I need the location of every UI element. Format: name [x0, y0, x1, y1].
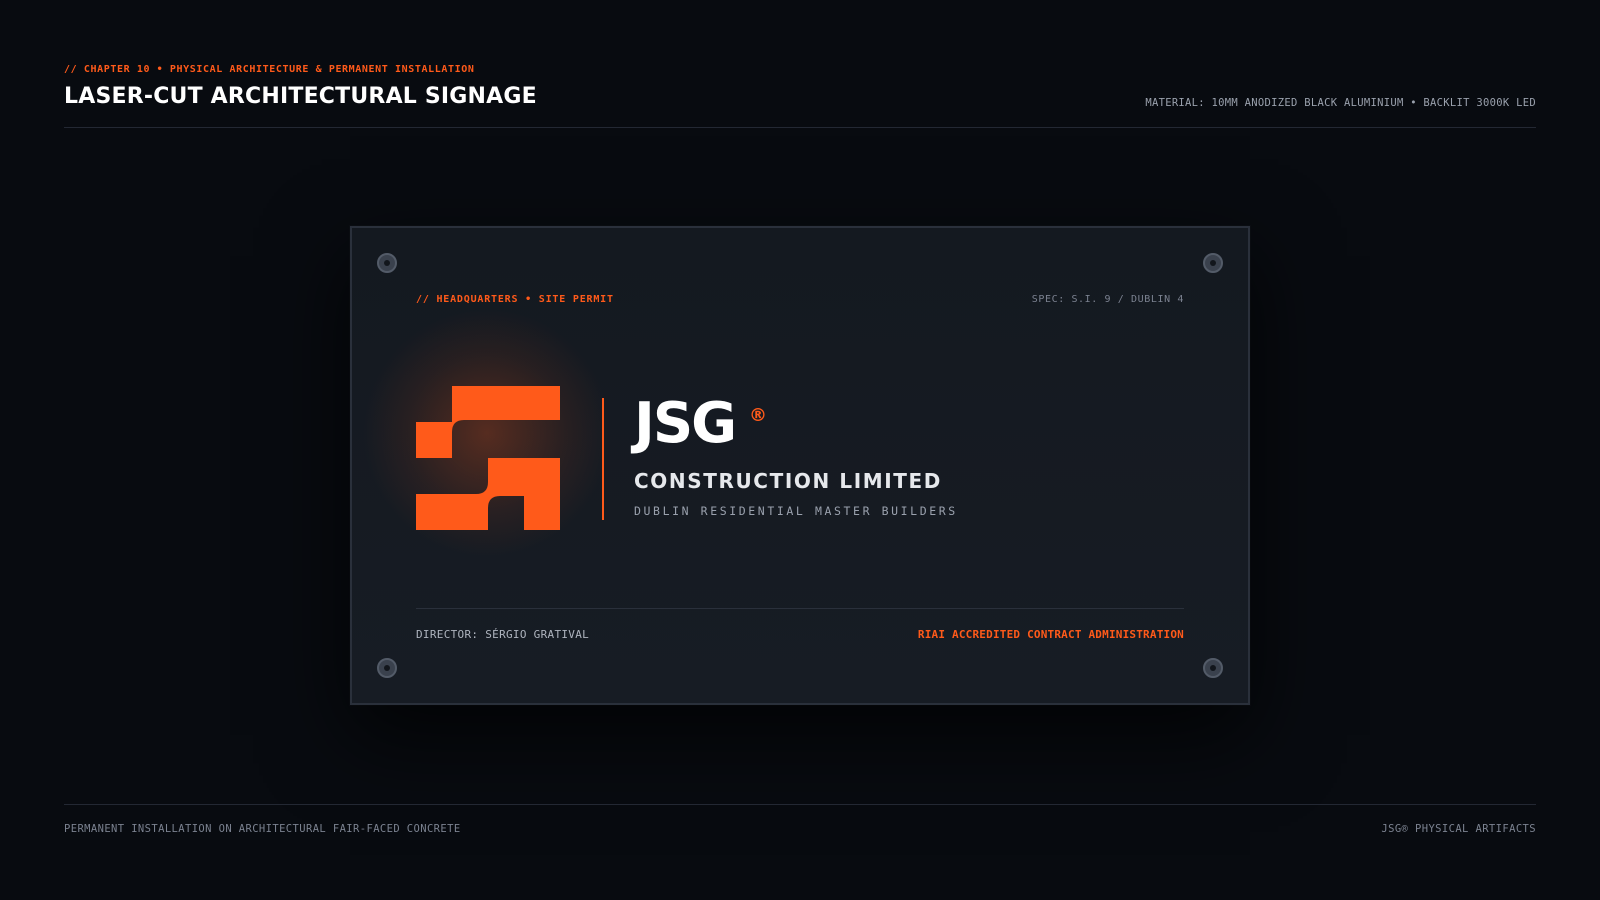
accreditation-label: RIAI ACCREDITED CONTRACT ADMINISTRATION	[917, 628, 1184, 641]
plate-divider	[416, 608, 1184, 609]
logo-divider	[602, 398, 604, 520]
page-footer: PERMANENT INSTALLATION ON ARCHITECTURAL …	[64, 804, 1536, 844]
plate-spec-label: SPEC: S.I. 9 / DUBLIN 4	[1031, 294, 1184, 305]
screw-icon	[1203, 658, 1223, 678]
footer-brand: JSG® PHYSICAL ARTIFACTS	[1381, 823, 1536, 835]
page-title: LASER-CUT ARCHITECTURAL SIGNAGE	[64, 84, 537, 109]
chapter-label: // CHAPTER 10 • PHYSICAL ARCHITECTURE & …	[64, 64, 475, 75]
plate-location-label: // HEADQUARTERS • SITE PERMIT	[416, 294, 614, 305]
screw-icon	[1203, 253, 1223, 273]
signage-plate: // HEADQUARTERS • SITE PERMIT SPEC: S.I.…	[350, 226, 1250, 705]
brand-name: JSG	[634, 391, 737, 456]
material-spec: MATERIAL: 10MM ANODIZED BLACK ALUMINIUM …	[1145, 97, 1536, 109]
company-name: CONSTRUCTION LIMITED	[634, 469, 943, 493]
footer-caption: PERMANENT INSTALLATION ON ARCHITECTURAL …	[64, 823, 461, 835]
screw-icon	[377, 658, 397, 678]
page-header: // CHAPTER 10 • PHYSICAL ARCHITECTURE & …	[64, 62, 1536, 128]
jsg-monogram-icon	[416, 386, 560, 530]
screw-icon	[377, 253, 397, 273]
company-tagline: DUBLIN RESIDENTIAL MASTER BUILDERS	[634, 504, 958, 518]
director-label: DIRECTOR: SÉRGIO GRATIVAL	[416, 628, 590, 641]
registered-mark: ®	[749, 405, 767, 426]
